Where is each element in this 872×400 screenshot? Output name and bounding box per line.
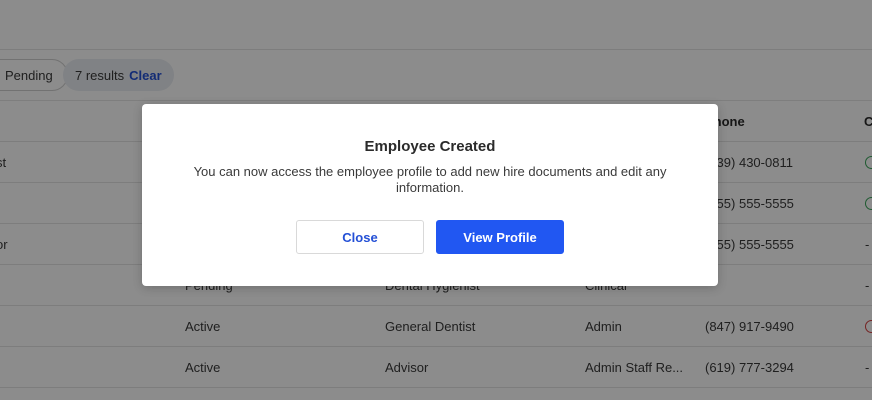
dialog-title: Employee Created <box>364 138 496 155</box>
view-profile-button[interactable]: View Profile <box>436 220 564 254</box>
employee-created-dialog: Employee Created You can now access the … <box>142 104 718 286</box>
dialog-message: You can now access the employee profile … <box>193 164 667 195</box>
close-button[interactable]: Close <box>296 220 424 254</box>
